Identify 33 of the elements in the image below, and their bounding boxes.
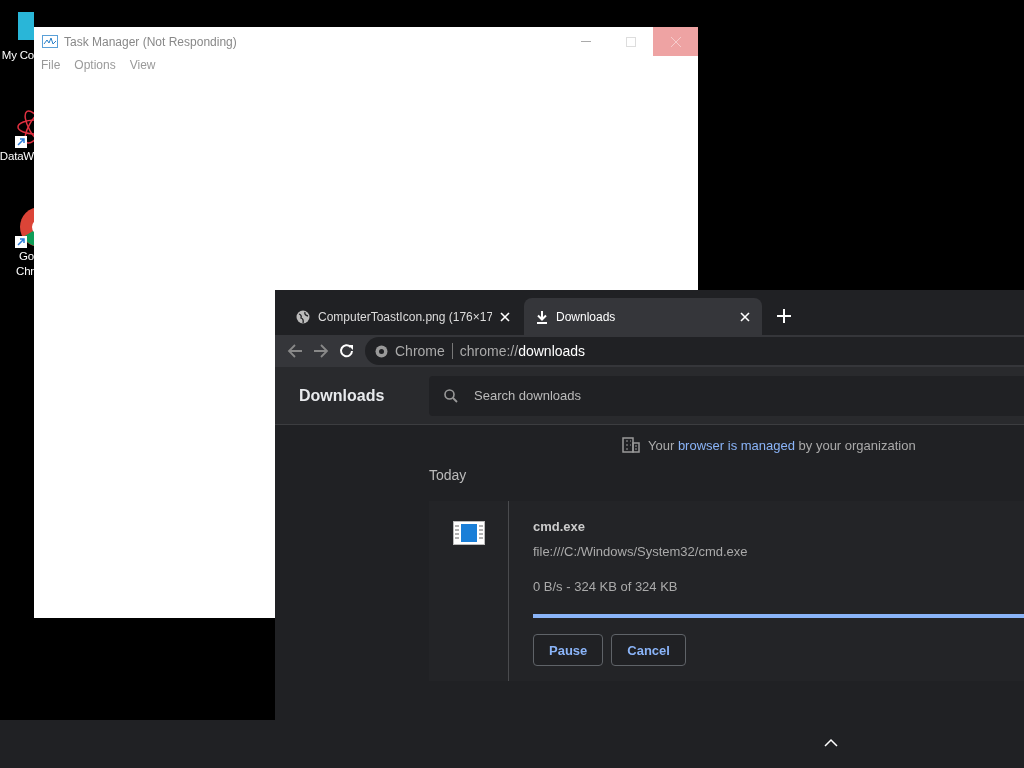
- task-manager-icon: [42, 35, 58, 48]
- window-file-icon: [452, 521, 485, 545]
- desktop-icon-label: Go: [19, 249, 34, 264]
- building-icon: [622, 437, 640, 453]
- desktop-icon-label: My Co: [1, 48, 34, 63]
- download-action-button[interactable]: Cancel: [611, 634, 686, 666]
- file-url: file:///C:/Windows/System32/cmd.exe: [533, 544, 749, 559]
- forward-icon[interactable]: [313, 343, 329, 359]
- back-icon[interactable]: [287, 343, 303, 359]
- download-status: 0 B/s - 324 KB of 324 KB: [533, 579, 679, 594]
- desktop-icon-label: DataW: [0, 149, 34, 164]
- chrome-icon: [375, 344, 388, 358]
- file-name: cmd.exe: [533, 519, 587, 534]
- managed-notice: Your browser is managed by your organization: [648, 437, 916, 453]
- close-icon[interactable]: [740, 311, 750, 322]
- download-action-button[interactable]: Pause: [533, 634, 604, 666]
- reload-icon[interactable]: [339, 343, 355, 359]
- search-field[interactable]: Search downloads: [429, 375, 1024, 416]
- close-icon: [670, 36, 681, 47]
- managed-link[interactable]: browser is managed: [677, 437, 795, 453]
- page-title: Downloads: [298, 386, 386, 405]
- maximize-icon: [625, 36, 636, 47]
- browser-tab[interactable]: Downloads: [524, 298, 762, 335]
- desktop-icon-label: Chr: [16, 264, 34, 279]
- minimize-icon: [580, 40, 591, 43]
- window-title: Task Manager (Not Responding): [64, 34, 238, 49]
- globe-icon: [296, 309, 310, 324]
- browser-tab[interactable]: ComputerToastIcon.png (176×17: [284, 298, 522, 335]
- close-icon[interactable]: [500, 311, 510, 322]
- section-heading: Today: [429, 467, 468, 483]
- chevron-up-icon[interactable]: [824, 738, 838, 748]
- download-icon: [536, 309, 548, 324]
- address-bar[interactable]: Chrome chrome://downloads: [365, 337, 1024, 365]
